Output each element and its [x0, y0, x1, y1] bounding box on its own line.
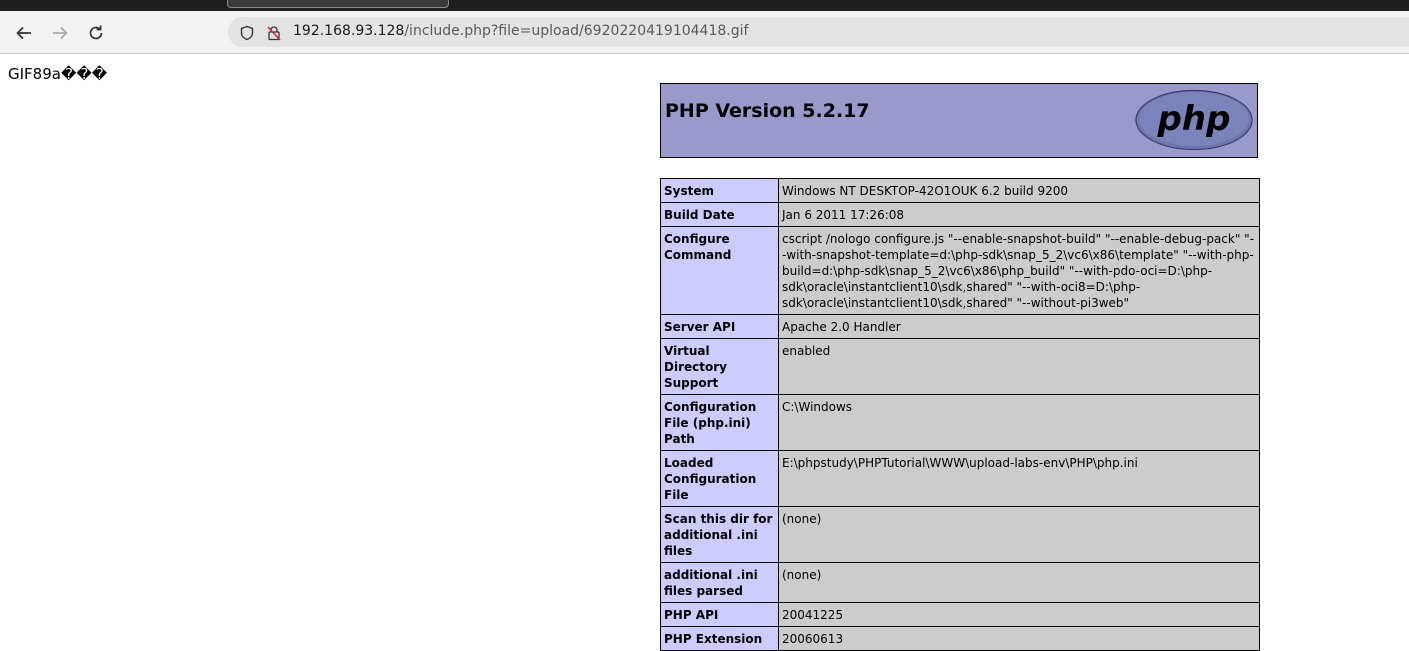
table-row: Loaded Configuration File E:\phpstudy\PHP… — [660, 450, 1260, 507]
row-label: Scan this dir for additional .ini files — [660, 506, 779, 563]
php-logo-text: php — [1157, 99, 1231, 139]
row-value: Apache 2.0 Handler — [778, 314, 1260, 339]
table-row: Server API Apache 2.0 Handler — [660, 314, 1260, 339]
table-row: PHP API 20041225 — [660, 602, 1260, 627]
row-label: Configure Command — [660, 226, 779, 315]
row-label: Build Date — [660, 202, 779, 227]
table-row: System Windows NT DESKTOP-42O1OUK 6.2 bui… — [660, 178, 1260, 203]
url-text[interactable]: 192.168.93.128/include.php?file=upload/6… — [293, 23, 748, 39]
php-version-title: PHP Version 5.2.17 — [665, 100, 870, 122]
row-label: Virtual Directory Support — [660, 338, 779, 395]
table-row: PHP Extension 20060613 — [660, 626, 1260, 651]
reload-icon[interactable] — [85, 22, 107, 44]
gif-magic-bytes-text: GIF89a��� — [8, 65, 108, 83]
row-label: additional .ini files parsed — [660, 562, 779, 603]
row-value: (none) — [778, 506, 1260, 563]
browser-top-strip — [0, 0, 1409, 11]
table-row: additional .ini files parsed (none) — [660, 562, 1260, 603]
browser-nav-bar: 192.168.93.128/include.php?file=upload/6… — [0, 11, 1409, 54]
row-label: Server API — [660, 314, 779, 339]
row-value: cscript /nologo configure.js "--enable-s… — [778, 226, 1260, 315]
table-row: Virtual Directory Support enabled — [660, 338, 1260, 395]
row-value: 20041225 — [778, 602, 1260, 627]
phpinfo-table: System Windows NT DESKTOP-42O1OUK 6.2 bui… — [660, 178, 1260, 651]
insecure-lock-icon[interactable] — [265, 24, 283, 42]
phpinfo-container: PHP Version 5.2.17 php System Windows NT … — [660, 83, 1260, 651]
row-value: enabled — [778, 338, 1260, 395]
row-value: Jan 6 2011 17:26:08 — [778, 202, 1260, 227]
table-row: Scan this dir for additional .ini files(… — [660, 506, 1260, 563]
row-value: (none) — [778, 562, 1260, 603]
table-row: Configure Command cscript /nologo configu… — [660, 226, 1260, 315]
row-value: 20060613 — [778, 626, 1260, 651]
row-value: Windows NT DESKTOP-42O1OUK 6.2 build 920… — [778, 178, 1260, 203]
php-logo[interactable]: php — [1134, 89, 1254, 155]
row-value: E:\phpstudy\PHPTutorial\WWW\upload-labs-… — [778, 450, 1260, 507]
row-label: Configuration File (php.ini) Path — [660, 394, 779, 451]
shield-icon[interactable] — [238, 24, 256, 42]
url-path: /include.php?file=upload/692022041910441… — [404, 23, 749, 39]
row-value: C:\Windows — [778, 394, 1260, 451]
row-label: System — [660, 178, 779, 203]
address-bar[interactable]: 192.168.93.128/include.php?file=upload/6… — [228, 17, 1409, 47]
back-arrow-icon[interactable] — [13, 22, 35, 44]
table-row: Build Date Jan 6 2011 17:26:08 — [660, 202, 1260, 227]
row-label: PHP API — [660, 602, 779, 627]
row-label: Loaded Configuration File — [660, 450, 779, 507]
php-version-header: PHP Version 5.2.17 php — [660, 83, 1258, 158]
table-row: Configuration File (php.ini) Path C:\Wind… — [660, 394, 1260, 451]
forward-arrow-icon[interactable] — [49, 22, 71, 44]
row-label: PHP Extension — [660, 626, 779, 651]
url-host: 192.168.93.128 — [293, 23, 405, 39]
browser-tab[interactable] — [227, 0, 449, 8]
